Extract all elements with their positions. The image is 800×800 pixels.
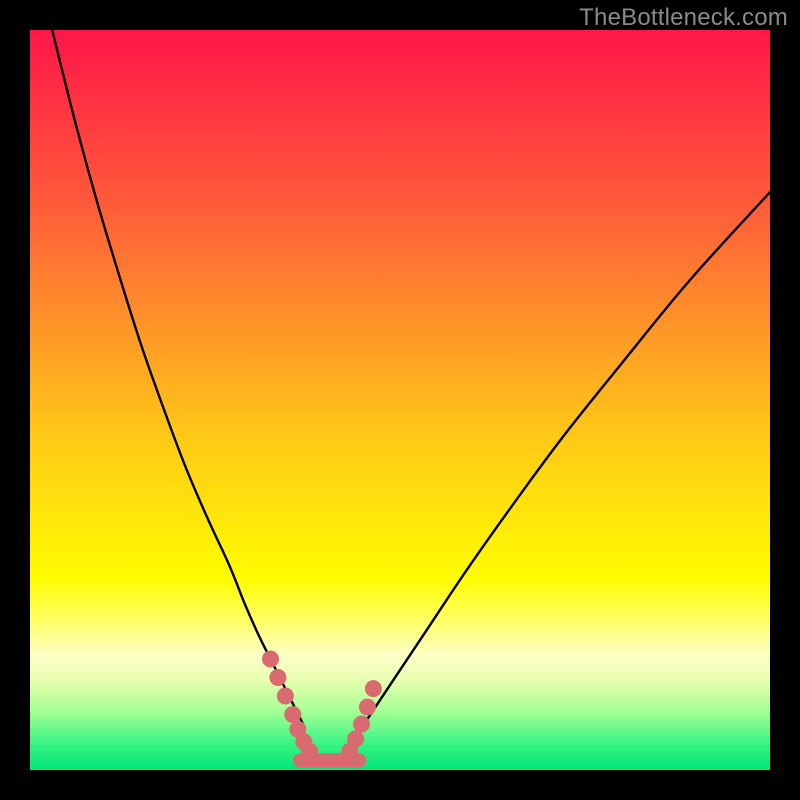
left-markers-point [269,669,286,686]
chart-frame: TheBottleneck.com [0,0,800,800]
left-markers-point [277,688,294,705]
right-markers-point [347,730,364,747]
plot-area [30,30,770,770]
right-markers-point [365,680,382,697]
right-curve [363,191,770,726]
left-markers-point [284,706,301,723]
left-curve [52,30,304,726]
right-markers-point [359,699,376,716]
left-markers-point [262,651,279,668]
curves-layer [30,30,770,770]
watermark-text: TheBottleneck.com [579,4,788,32]
right-markers-point [353,716,370,733]
